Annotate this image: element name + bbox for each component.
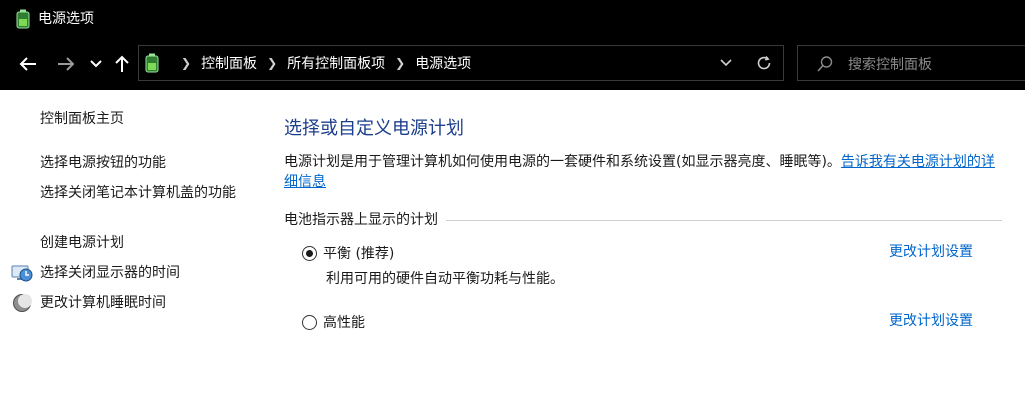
breadcrumb-all-items[interactable]: 所有控制面板项: [287, 53, 385, 73]
plan-high-performance[interactable]: 高性能: [302, 312, 365, 332]
address-bar[interactable]: ❯ 控制面板 ❯ 所有控制面板项 ❯ 电源选项: [138, 45, 784, 81]
display-off-time-link[interactable]: 选择关闭显示器的时间: [40, 263, 180, 283]
up-button[interactable]: [112, 52, 132, 76]
forward-button[interactable]: [54, 52, 78, 76]
plan-balanced-radio[interactable]: [302, 245, 317, 261]
plan-balanced[interactable]: 平衡 (推荐): [302, 243, 394, 263]
recent-locations-button[interactable]: [88, 52, 104, 76]
moon-icon: [13, 294, 32, 312]
plan-group-header: 电池指示器上显示的计划: [284, 209, 1002, 229]
left-pane: 控制面板主页 选择电源按钮的功能 选择关闭笔记本计算机盖的功能 创建电源计划 选…: [0, 90, 260, 416]
refresh-icon[interactable]: [755, 54, 773, 72]
change-balanced-settings-link[interactable]: 更改计划设置: [889, 241, 973, 261]
monitor-clock-icon: [11, 265, 33, 282]
page-description: 电源计划是用于管理计算机如何使用电源的一套硬件和系统设置(如显示器亮度、睡眠等)…: [284, 152, 1004, 192]
breadcrumb-separator-icon[interactable]: ❯: [395, 56, 405, 70]
plan-balanced-description: 利用可用的硬件自动平衡功耗与性能。: [326, 271, 564, 287]
group-divider: [446, 219, 1002, 221]
arrow-left-icon: [19, 57, 36, 71]
search-box[interactable]: 搜索控制面板: [797, 45, 1025, 81]
lid-close-function-link[interactable]: 选择关闭笔记本计算机盖的功能: [40, 183, 245, 204]
sleep-time-link[interactable]: 更改计算机睡眠时间: [40, 293, 166, 313]
change-high-performance-settings-link[interactable]: 更改计划设置: [889, 310, 973, 330]
breadcrumb-separator-icon[interactable]: ❯: [267, 56, 277, 70]
navigation-bar: ❯ 控制面板 ❯ 所有控制面板项 ❯ 电源选项 搜索控制面板: [0, 38, 1025, 90]
plan-group-label: 电池指示器上显示的计划: [284, 212, 438, 228]
breadcrumb-power-options[interactable]: 电源选项: [415, 53, 471, 73]
description-text: 电源计划是用于管理计算机如何使用电源的一套硬件和系统设置(如显示器亮度、睡眠等)…: [284, 154, 841, 170]
breadcrumb-control-panel[interactable]: 控制面板: [201, 53, 257, 73]
breadcrumb: ❯ 控制面板 ❯ 所有控制面板项 ❯ 电源选项: [171, 46, 471, 80]
chevron-down-icon[interactable]: [719, 56, 733, 70]
main-content: 选择或自定义电源计划 电源计划是用于管理计算机如何使用电源的一套硬件和系统设置(…: [260, 90, 1025, 416]
search-placeholder: 搜索控制面板: [848, 57, 932, 73]
power-button-function-link[interactable]: 选择电源按钮的功能: [40, 153, 166, 173]
search-icon: [817, 56, 833, 72]
title-bar: 电源选项: [0, 0, 1025, 38]
page-heading: 选择或自定义电源计划: [284, 118, 464, 139]
plan-high-performance-name[interactable]: 高性能: [323, 312, 365, 332]
control-panel-home-link[interactable]: 控制面板主页: [40, 109, 124, 129]
window-title: 电源选项: [38, 11, 94, 27]
power-options-icon: [16, 9, 30, 29]
arrow-up-icon: [115, 55, 129, 72]
control-panel-icon: [145, 53, 159, 73]
breadcrumb-separator-icon: ❯: [181, 56, 192, 70]
arrow-right-icon: [58, 57, 75, 71]
plan-balanced-name[interactable]: 平衡 (推荐): [323, 243, 394, 263]
create-power-plan-link[interactable]: 创建电源计划: [40, 233, 124, 253]
back-button[interactable]: [16, 52, 40, 76]
plan-high-performance-radio[interactable]: [302, 314, 317, 330]
chevron-down-icon: [90, 60, 102, 68]
